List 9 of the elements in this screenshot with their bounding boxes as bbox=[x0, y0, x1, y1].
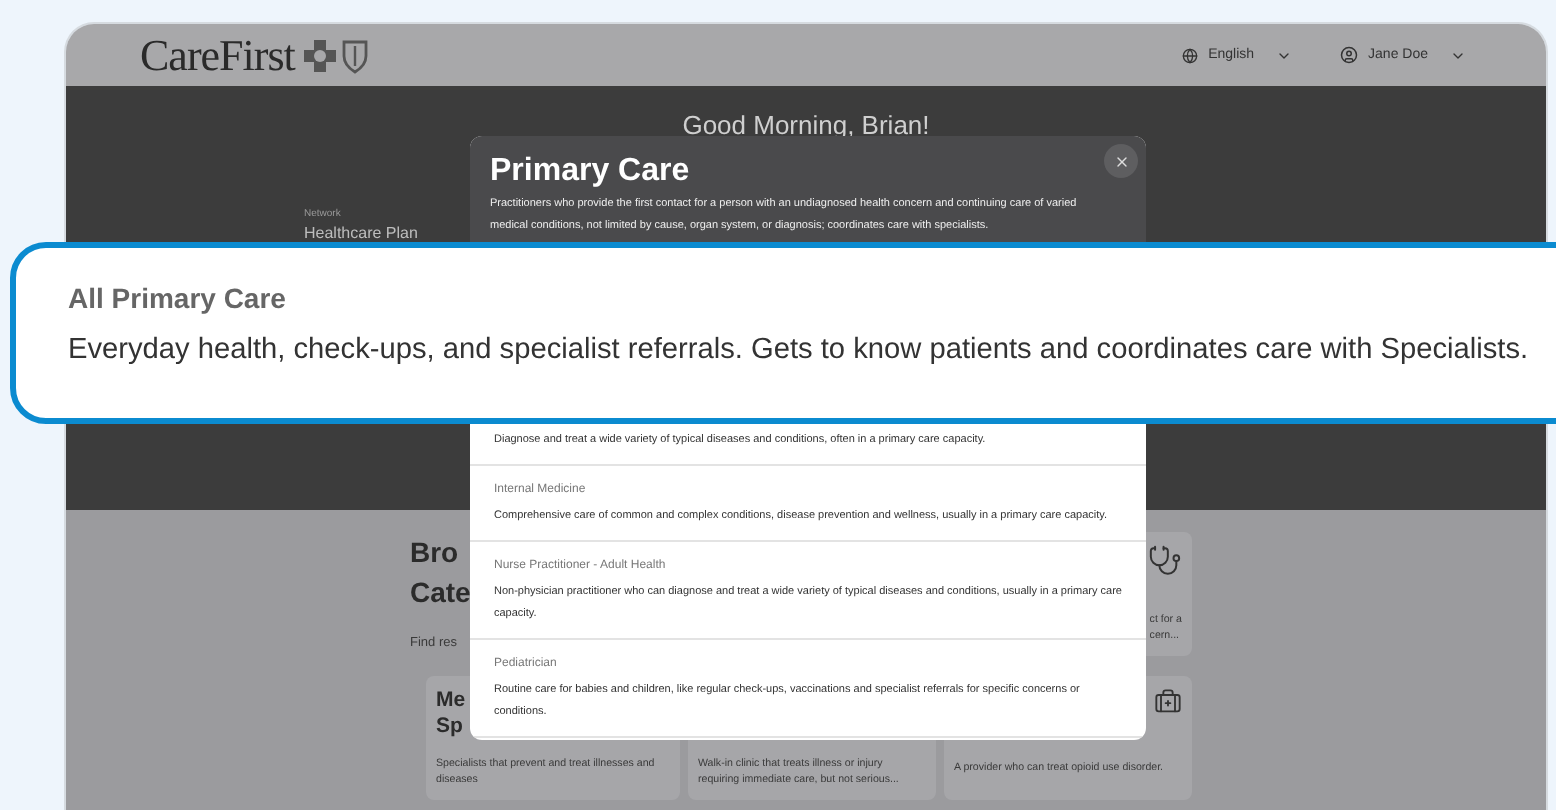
card-title: Me bbox=[436, 688, 466, 714]
callout-description: Everyday health, check-ups, and specialist referrals. Gets to know patients and coordinates care with Specialists. bbox=[68, 334, 1529, 366]
modal-title: Primary Care bbox=[490, 154, 690, 190]
callout-title: All Primary Care bbox=[68, 282, 286, 314]
section-heading: Bro bbox=[410, 534, 459, 572]
greeting: Good Morning, Brian! bbox=[680, 110, 932, 140]
card-title: Sp bbox=[436, 714, 465, 740]
section-heading: Cate bbox=[410, 574, 471, 612]
network-value: Healthcare Plan bbox=[304, 224, 418, 242]
